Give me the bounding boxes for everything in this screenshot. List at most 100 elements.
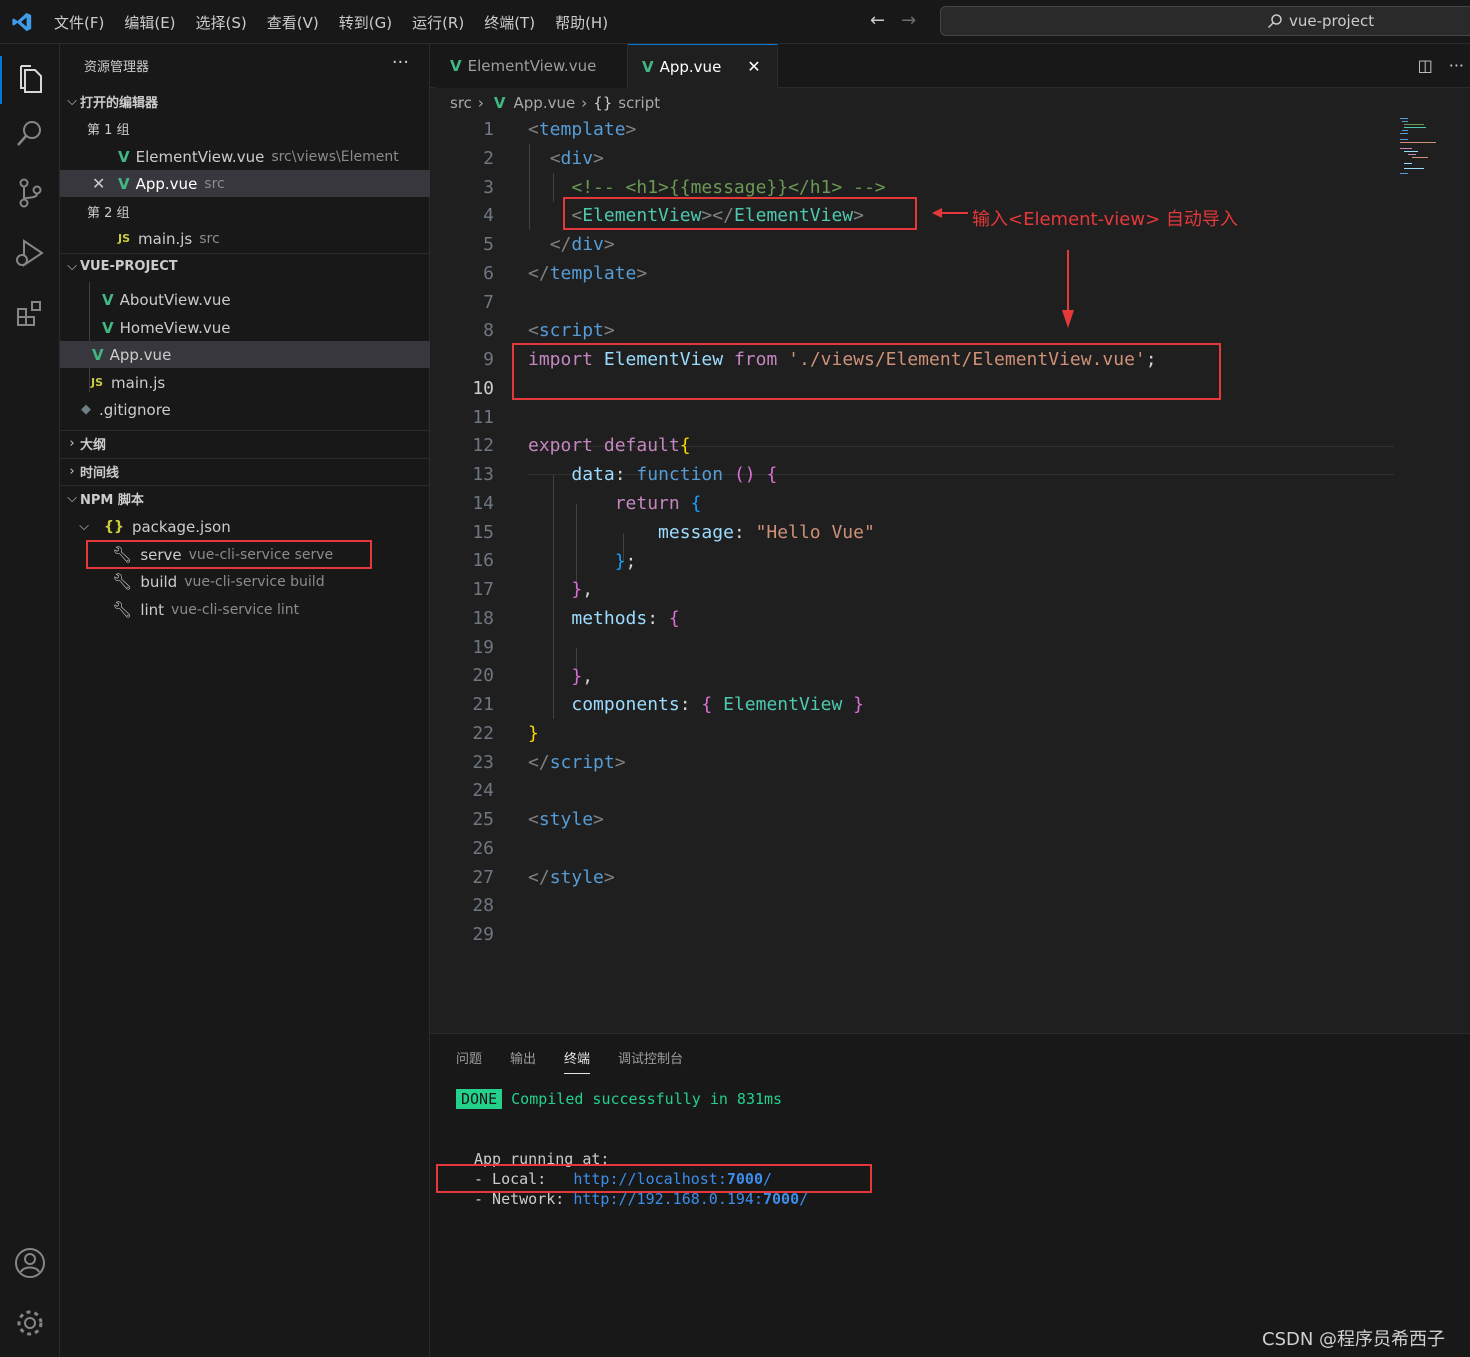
file-name: main.js <box>111 373 166 392</box>
line-number-text: 10 <box>472 377 494 399</box>
close-icon[interactable]: ✕ <box>747 57 760 76</box>
annotation-arrow-down-icon <box>1062 250 1074 328</box>
close-icon[interactable]: ✕ <box>92 174 118 193</box>
package-json-item[interactable]: ⌵ {} package.json <box>60 513 430 540</box>
vue-file-icon: V <box>102 290 114 309</box>
explorer-activity[interactable] <box>0 56 60 104</box>
tab-label: ElementView.vue <box>467 57 597 75</box>
explorer-title: 资源管理器 <box>84 60 150 75</box>
open-editor-item-active[interactable]: ✕ V App.vue src <box>60 170 430 197</box>
line-number: 24 <box>430 776 1470 805</box>
vue-file-icon: V <box>493 94 506 112</box>
done-badge: DONE <box>456 1089 503 1109</box>
timeline-section[interactable]: › 时间线 <box>60 458 430 485</box>
braces-icon: {} <box>593 94 613 112</box>
chevron-down-icon: ⌵ <box>67 94 77 109</box>
menu-go[interactable]: 转到(G) <box>329 12 402 33</box>
chevron-right-icon: › <box>69 464 75 479</box>
annotation-arrow-left-icon <box>932 208 968 218</box>
vue-file-icon: V <box>118 147 130 166</box>
group-label: 第 1 组 <box>87 123 130 138</box>
project-section[interactable]: ⌵ VUE-PROJECT <box>60 253 430 280</box>
file-item[interactable]: V HomeView.vue <box>60 314 430 341</box>
chevron-right-icon: › <box>581 94 588 112</box>
line-number: 26 <box>430 834 1470 863</box>
run-debug-activity[interactable] <box>13 236 47 270</box>
open-editor-item[interactable]: V ElementView.vue src\views\Element <box>60 143 430 170</box>
chevron-down-icon: ⌵ <box>67 491 77 506</box>
menu-file[interactable]: 文件(F) <box>44 12 114 33</box>
file-item-selected[interactable]: V App.vue <box>60 341 430 368</box>
file-name: .gitignore <box>99 400 171 419</box>
more-actions-icon[interactable]: ··· <box>1449 56 1464 75</box>
vue-file-icon: V <box>642 57 654 76</box>
search-activity[interactable] <box>13 116 47 150</box>
menu-selection[interactable]: 选择(S) <box>186 12 257 33</box>
file-item[interactable]: ◆ .gitignore <box>60 396 430 423</box>
editor-area: V ElementView.vue V App.vue ✕ ◫ ··· src … <box>430 44 1470 1032</box>
forward-arrow-icon[interactable]: → <box>901 10 916 31</box>
breadcrumb: src › V App.vue › {} script <box>450 94 660 112</box>
tab-terminal[interactable]: 终端 <box>564 1048 591 1074</box>
more-actions-icon[interactable]: ··· <box>392 52 409 73</box>
file-path: src <box>204 175 225 192</box>
menu-view[interactable]: 查看(V) <box>257 12 329 33</box>
tab-debug-console[interactable]: 调试控制台 <box>618 1048 683 1074</box>
compiled-message: Compiled successfully in 831ms <box>511 1090 783 1108</box>
minimap[interactable] <box>1398 116 1438 176</box>
line-number: 7 <box>430 288 1470 317</box>
breadcrumb-symbol[interactable]: script <box>618 94 660 112</box>
gear-icon <box>17 1310 43 1336</box>
line-number-text: 24 <box>472 780 494 802</box>
menu-run[interactable]: 运行(R) <box>402 12 474 33</box>
menu-edit[interactable]: 编辑(E) <box>114 12 185 33</box>
script-name: build <box>140 572 178 591</box>
highlight-box-serve <box>86 540 372 569</box>
js-file-icon: JS <box>91 376 104 389</box>
tab-problems[interactable]: 问题 <box>456 1048 482 1074</box>
back-arrow-icon[interactable]: ← <box>870 10 885 31</box>
search-icon <box>17 121 41 146</box>
split-editor-icon[interactable]: ◫ <box>1418 56 1433 75</box>
file-item[interactable]: V AboutView.vue <box>60 286 430 313</box>
file-item[interactable]: JS main.js <box>60 369 430 396</box>
line-number-text: 28 <box>472 895 494 917</box>
script-command: vue-cli-service lint <box>171 601 300 618</box>
menu-help[interactable]: 帮助(H) <box>545 12 618 33</box>
accounts-activity[interactable] <box>13 1246 47 1280</box>
menu-terminal[interactable]: 终端(T) <box>474 12 545 33</box>
chevron-down-icon: ⌵ <box>79 519 89 534</box>
file-name: AboutView.vue <box>119 290 231 309</box>
open-editor-item[interactable]: JS main.js src <box>60 225 430 252</box>
terminal-panel: 问题 输出 终端 调试控制台 DONE Compiled successfull… <box>430 1033 1470 1357</box>
line-number-text: 29 <box>472 924 494 945</box>
breadcrumb-folder[interactable]: src <box>450 94 472 112</box>
tab-app-vue[interactable]: V App.vue ✕ <box>628 44 778 88</box>
line-number: 28 <box>430 891 1470 920</box>
tab-output[interactable]: 输出 <box>510 1048 536 1074</box>
line-number-text: 19 <box>472 636 494 658</box>
npm-script-lint[interactable]: 🔧︎ lint vue-cli-service lint <box>60 596 430 623</box>
breadcrumb-file[interactable]: App.vue <box>514 94 576 112</box>
manage-activity[interactable] <box>13 1306 47 1340</box>
source-control-activity[interactable] <box>13 176 47 210</box>
chevron-down-icon: ⌵ <box>67 259 77 274</box>
file-path: src\views\Element <box>271 148 399 165</box>
section-title: NPM 脚本 <box>80 493 144 508</box>
npm-scripts-section[interactable]: ⌵ NPM 脚本 <box>60 485 430 512</box>
watermark: CSDN @程序员希西子 <box>1262 1329 1446 1350</box>
line-number: 19 <box>430 633 1470 662</box>
script-command: vue-cli-service build <box>184 573 325 590</box>
editor-actions: ◫ ··· <box>1418 56 1464 75</box>
command-center-search[interactable]: vue-project <box>940 6 1470 36</box>
npm-script-build[interactable]: 🔧︎ build vue-cli-service build <box>60 568 430 595</box>
extensions-activity[interactable] <box>13 296 47 330</box>
vue-file-icon: V <box>118 174 130 193</box>
vscode-logo-icon[interactable] <box>10 11 34 33</box>
editor-group-1: 第 1 组 <box>60 115 430 142</box>
file-name: App.vue <box>135 174 198 193</box>
tab-elementview[interactable]: V ElementView.vue <box>436 44 628 88</box>
open-editors-section[interactable]: ⌵ 打开的编辑器 <box>60 88 430 115</box>
outline-section[interactable]: › 大纲 <box>60 430 430 457</box>
vue-file-icon: V <box>450 57 462 75</box>
